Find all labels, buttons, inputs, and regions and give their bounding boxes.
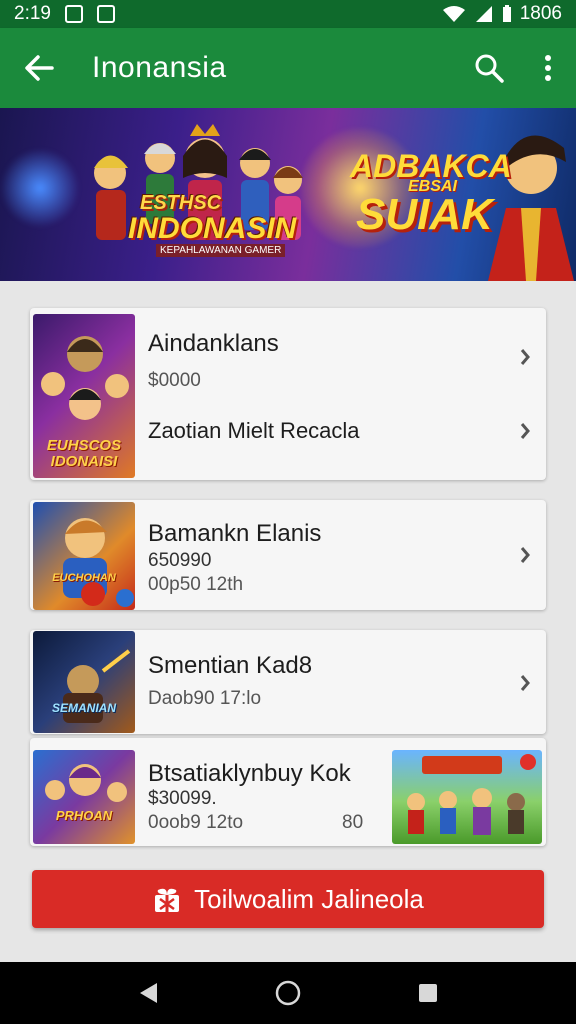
list-item[interactable]: EUCHOHAN Bamankn Elanis 650990 00p50 12t…	[30, 500, 546, 610]
back-button[interactable]	[0, 28, 78, 108]
status-bar: 2:19 1806	[0, 0, 576, 28]
battery-icon	[502, 5, 511, 22]
item-name: Bamankn Elanis	[148, 520, 322, 547]
featured-game-image[interactable]	[392, 750, 542, 844]
item-extra: 80	[342, 812, 364, 833]
notification-icon-2	[96, 5, 115, 23]
more-options-button[interactable]	[520, 28, 576, 108]
chevron-right-icon[interactable]	[520, 348, 530, 366]
thumbnail-caption: PRHOAN	[55, 808, 113, 823]
system-nav-bar	[0, 962, 576, 1024]
banner-right-title-3: SUIAK	[356, 190, 493, 239]
thumbnail-caption: SEMANIAN	[51, 701, 116, 715]
notification-icon	[64, 5, 83, 23]
page-title: Inonansia	[92, 51, 227, 84]
banner-subtitle: KEPAHLAWANAN GAMER	[156, 244, 286, 257]
status-time: 2:19	[14, 3, 51, 24]
item-secondary-name: Zaotian Mielt Recacla	[148, 418, 360, 443]
chevron-right-icon[interactable]	[520, 674, 530, 692]
battery-text: 1806	[519, 3, 562, 24]
arrow-left-icon	[25, 55, 54, 81]
game-thumbnail: SEMANIAN	[33, 631, 135, 733]
chevron-right-icon[interactable]	[520, 546, 530, 564]
thumbnail-art	[63, 649, 131, 723]
thumbnail-art	[63, 518, 134, 607]
featured-art	[407, 754, 536, 835]
chevron-right-icon[interactable]	[520, 422, 530, 440]
item-price: $30099.	[148, 788, 217, 809]
cta-label: Toilwoalim Jalineola	[194, 883, 424, 914]
item-meta: 00p50 12th	[148, 574, 244, 595]
banner-title-main: INDONASIN	[128, 212, 297, 245]
item-price: 650990	[148, 550, 212, 571]
search-button[interactable]	[458, 28, 520, 108]
wifi-icon	[442, 6, 465, 22]
list-item[interactable]: PRHOAN Btsatiaklynbuy Kok $30099. 0oob9 …	[30, 738, 546, 846]
nav-back-icon[interactable]	[137, 981, 159, 1005]
item-name: Aindanklans	[148, 330, 279, 357]
list-item[interactable]: EUHSCOS IDONAISI Aindanklans $0000 Zaoti…	[30, 308, 546, 480]
item-meta: Daob90 17:lo	[148, 688, 262, 709]
gift-icon	[155, 888, 180, 912]
signal-icon	[475, 6, 492, 22]
thumbnail-caption: EUCHOHAN	[52, 572, 116, 584]
item-name: Btsatiaklynbuy Kok	[148, 760, 351, 787]
cta-button[interactable]: Toilwoalim Jalineola	[32, 870, 544, 928]
item-meta: 0oob9 12to	[148, 812, 244, 833]
nav-home-icon[interactable]	[274, 979, 302, 1007]
app-bar: Inonansia	[0, 28, 576, 108]
nav-recents-icon[interactable]	[417, 982, 439, 1004]
item-price: $0000	[148, 370, 201, 391]
game-thumbnail: PRHOAN	[33, 750, 135, 844]
search-icon	[475, 54, 504, 83]
list-item[interactable]: SEMANIAN Smentian Kad8 Daob90 17:lo	[30, 630, 546, 734]
game-thumbnail: EUHSCOS IDONAISI	[33, 314, 135, 478]
thumbnail-art	[45, 764, 127, 802]
thumbnail-caption: EUHSCOS IDONAISI	[46, 437, 122, 470]
game-thumbnail: EUCHOHAN	[33, 502, 135, 610]
promo-banner[interactable]: ESTHSC INDONASIN KEPAHLAWANAN GAMER ADBA…	[0, 108, 576, 281]
more-vert-icon	[545, 55, 551, 81]
item-name: Smentian Kad8	[148, 652, 313, 679]
banner-hero-image	[488, 135, 574, 281]
